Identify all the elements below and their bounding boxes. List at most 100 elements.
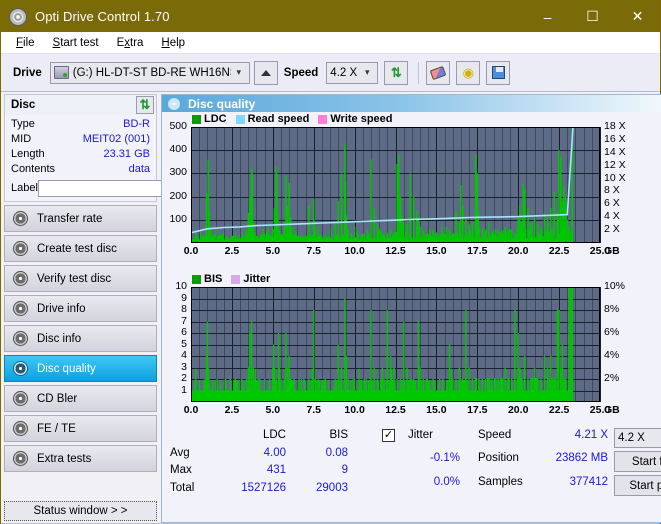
x-tick-label: 20.0 xyxy=(507,404,529,416)
y2-tick-label: 4% xyxy=(604,349,620,361)
window-titlebar: Opti Drive Control 1.70 – ☐ ✕ xyxy=(1,1,660,32)
y2-tick-label: 2% xyxy=(604,372,620,384)
bis-plot-area xyxy=(190,287,602,407)
legend-swatch-icon xyxy=(235,114,245,124)
y2-tick-label: 8 X xyxy=(604,184,620,197)
disc-row-contents-key: Contents xyxy=(11,163,56,175)
sidebar-item-fe-te[interactable]: FE / TE xyxy=(4,415,157,442)
disc-quality-icon xyxy=(168,97,180,110)
x-tick-label: 5.0 xyxy=(265,404,281,416)
chevron-down-icon: ▾ xyxy=(365,67,370,77)
jitter-checkbox[interactable]: ✓ xyxy=(382,429,395,442)
samples-stat-value: 377412 xyxy=(569,475,608,488)
disc-icon xyxy=(13,331,28,346)
maximize-button[interactable]: ☐ xyxy=(570,1,615,32)
y-tick-label: 7 xyxy=(181,314,187,327)
save-icon xyxy=(491,66,505,79)
disc-icon xyxy=(13,301,28,316)
disc-icon xyxy=(13,211,28,226)
stats-header-bis: BIS xyxy=(329,429,348,441)
bookmark-button[interactable]: ◉ xyxy=(456,60,481,85)
eraser-icon xyxy=(430,65,447,80)
drive-label: Drive xyxy=(13,66,42,79)
disc-row-length-value: 23.31 GB xyxy=(103,148,150,160)
drive-select-value: (G:) HL-DT-ST BD-RE WH16NS48 1.D3 xyxy=(72,66,231,79)
ldc-chart-svg xyxy=(190,126,601,243)
disc-refresh-button[interactable]: ⇅ xyxy=(136,96,154,114)
speed-stat-label: Speed xyxy=(478,429,512,441)
action-buttons: 4.2 X ▾ Start full Start part xyxy=(614,428,661,496)
legend-label: Write speed xyxy=(330,113,393,125)
x-tick-label: 17.5 xyxy=(467,404,488,416)
disc-row-length-key: Length xyxy=(11,148,45,160)
x-tick-label: 7.5 xyxy=(306,404,321,416)
legend-label: LDC xyxy=(204,113,227,125)
menu-item-help[interactable]: Help xyxy=(152,35,194,51)
menu-item-start-test[interactable]: Start test xyxy=(44,35,108,51)
sidebar-item-cd-bler[interactable]: CD Bler xyxy=(4,385,157,412)
menu-item-extra[interactable]: Extra xyxy=(108,35,153,51)
save-button[interactable] xyxy=(486,60,511,85)
y2-tick-label: 14 X xyxy=(604,145,626,158)
eject-button[interactable] xyxy=(253,60,278,85)
disc-row-contents-value: data xyxy=(128,163,150,175)
ldc-plot-area xyxy=(190,126,602,248)
window-title: Opti Drive Control 1.70 xyxy=(35,9,170,24)
drive-icon xyxy=(53,66,69,79)
stats-avg-bis: 0.08 xyxy=(325,446,348,459)
menu-item-file[interactable]: File xyxy=(7,35,44,51)
minimize-button[interactable]: – xyxy=(525,1,570,32)
toolbar: Drive (G:) HL-DT-ST BD-RE WH16NS48 1.D3 … xyxy=(1,54,660,92)
legend-item-jitter: Jitter xyxy=(231,273,270,285)
start-full-button[interactable]: Start full xyxy=(614,451,661,472)
disc-quality-header: Disc quality xyxy=(162,95,661,112)
disc-icon xyxy=(13,421,28,436)
start-part-button[interactable]: Start part xyxy=(614,475,661,496)
legend-item-read-speed: Read speed xyxy=(235,113,309,125)
x-tick-label: 10.0 xyxy=(344,245,365,257)
x-tick-label: 12.5 xyxy=(385,245,406,257)
stats-corner xyxy=(170,428,214,444)
stats-header-ldc: LDC xyxy=(262,429,286,441)
sidebar-item-label: Disc info xyxy=(37,332,82,345)
test-speed-select[interactable]: 4.2 X ▾ xyxy=(614,428,661,448)
y-tick-label: 500 xyxy=(169,120,187,132)
y-tick-label: 100 xyxy=(169,212,187,225)
disc-row-mid: MID MEIT02 (001) xyxy=(11,132,150,147)
sidebar-item-label: Create test disc xyxy=(37,242,117,255)
bis-chart-svg xyxy=(190,287,601,402)
disc-row-mid-key: MID xyxy=(11,133,32,145)
x-tick-label: 0.0 xyxy=(183,245,199,257)
y-tick-label: 8 xyxy=(181,303,187,315)
speed-select[interactable]: 4.2 X ▾ xyxy=(326,61,379,84)
legend-item-write-speed: Write speed xyxy=(318,113,393,125)
menu-bar: File Start test Extra Help xyxy=(1,32,660,54)
sidebar-item-create-test-disc[interactable]: Create test disc xyxy=(4,235,157,262)
menu-item-file-rest: ile xyxy=(23,36,35,49)
y-tick-label: 10 xyxy=(175,280,187,292)
erase-button[interactable] xyxy=(426,60,451,85)
y-tick-label: 9 xyxy=(181,291,187,304)
sidebar-item-disc-info[interactable]: Disc info xyxy=(4,325,157,352)
disc-icon xyxy=(13,361,28,376)
refresh-button[interactable]: ⇅ xyxy=(384,60,409,85)
stats-row-label-max: Max xyxy=(170,464,192,476)
close-button[interactable]: ✕ xyxy=(615,1,660,32)
sidebar-item-label: Disc quality xyxy=(37,362,96,375)
sidebar-item-verify-test-disc[interactable]: Verify test disc xyxy=(4,265,157,292)
sidebar-item-transfer-rate[interactable]: Transfer rate xyxy=(4,205,157,232)
ldc-chart-legend: LDC Read speed Write speed xyxy=(192,113,398,125)
sidebar-item-extra-tests[interactable]: Extra tests xyxy=(4,445,157,472)
bis-chart-legend: BIS Jitter xyxy=(192,273,275,285)
drive-select[interactable]: (G:) HL-DT-ST BD-RE WH16NS48 1.D3 ▾ xyxy=(49,61,250,84)
stats-panel: LDC BIS Avg 4.00 0.08 Max 431 9 Total 15… xyxy=(162,424,661,496)
y2-tick-label: 2 X xyxy=(604,223,620,236)
sidebar-item-disc-quality[interactable]: Disc quality xyxy=(4,355,157,382)
status-window-toggle[interactable]: Status window > > xyxy=(4,501,157,521)
stats-avg-ldc: 4.00 xyxy=(263,446,286,459)
legend-item-ldc: LDC xyxy=(192,113,227,125)
stats-total-ldc: 1527126 xyxy=(241,481,286,494)
y2-tick-label: 18 X xyxy=(604,120,626,132)
sidebar-item-drive-info[interactable]: Drive info xyxy=(4,295,157,322)
